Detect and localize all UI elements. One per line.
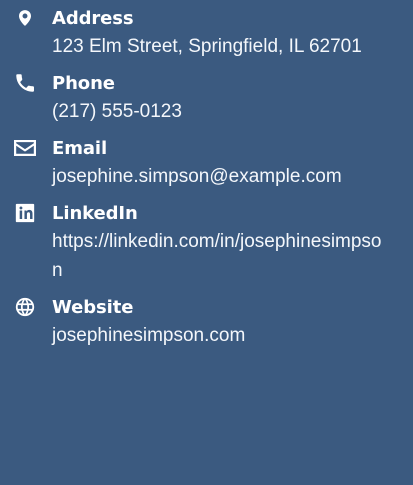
contact-item-email: Email josephine.simpson@example.com: [8, 136, 399, 191]
phone-icon: [8, 71, 42, 95]
location-pin-icon: [8, 6, 42, 30]
linkedin-text: LinkedIn https://linkedin.com/in/josephi…: [52, 201, 387, 285]
globe-icon: [8, 295, 42, 319]
email-text: Email josephine.simpson@example.com: [52, 136, 387, 191]
address-value: 123 Elm Street, Springfield, IL 62701: [52, 36, 362, 57]
contact-item-website: Website josephinesimpson.com: [8, 295, 399, 350]
contact-panel: Address 123 Elm Street, Springfield, IL …: [0, 0, 413, 485]
website-value[interactable]: josephinesimpson.com: [52, 321, 387, 350]
contact-item-linkedin: LinkedIn https://linkedin.com/in/josephi…: [8, 201, 399, 285]
phone-text: Phone (217) 555-0123: [52, 71, 387, 126]
envelope-icon: [8, 136, 42, 160]
contact-item-address: Address 123 Elm Street, Springfield, IL …: [8, 6, 399, 61]
address-label: Address: [52, 8, 134, 29]
address-text: Address 123 Elm Street, Springfield, IL …: [52, 6, 387, 61]
email-label: Email: [52, 138, 108, 159]
phone-value: (217) 555-0123: [52, 101, 182, 122]
contact-item-phone: Phone (217) 555-0123: [8, 71, 399, 126]
website-label: Website: [52, 297, 134, 318]
phone-label: Phone: [52, 73, 115, 94]
linkedin-label: LinkedIn: [52, 203, 138, 224]
website-text: Website josephinesimpson.com: [52, 295, 387, 350]
email-value[interactable]: josephine.simpson@example.com: [52, 162, 387, 191]
linkedin-value[interactable]: https://linkedin.com/in/josephinesimpson: [52, 227, 387, 285]
linkedin-icon: [8, 201, 42, 225]
